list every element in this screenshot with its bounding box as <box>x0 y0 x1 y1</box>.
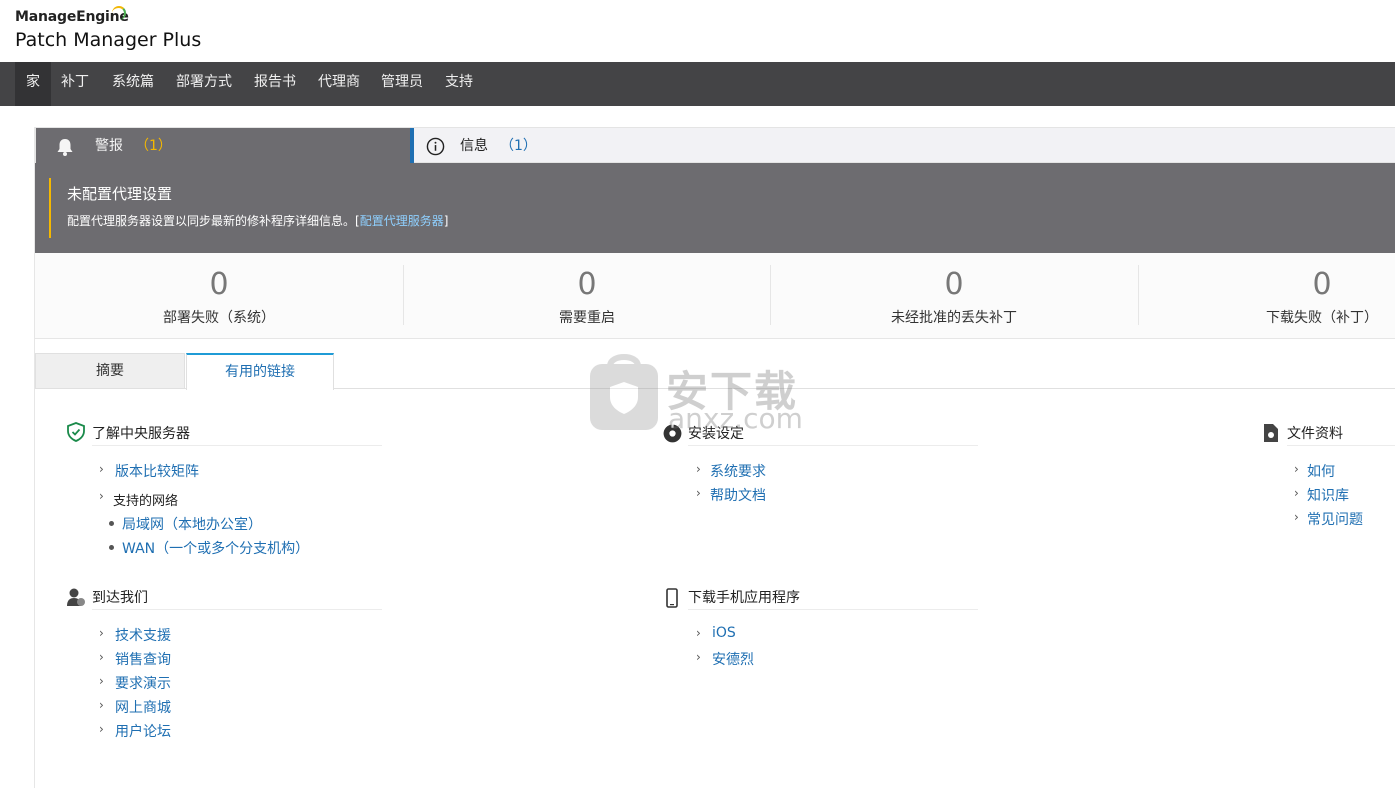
alert-message-text: 配置代理服务器设置以同步最新的修补程序详细信息。[ <box>67 214 360 228</box>
stat-deploy-failed[interactable]: 0 部署失败（系统） <box>35 253 403 339</box>
info-count: （1） <box>500 138 537 154</box>
chevron-right-icon: › <box>99 626 104 640</box>
stat-label: 需要重启 <box>559 310 615 326</box>
bullet-icon <box>109 521 114 526</box>
link-request-demo[interactable]: 要求演示 <box>115 673 171 693</box>
stat-unapproved-missing[interactable]: 0 未经批准的丢失补丁 <box>770 253 1138 339</box>
nav-home[interactable]: 家 <box>15 62 51 106</box>
stat-label: 部署失败（系统） <box>163 310 275 326</box>
link-faq[interactable]: 常见问题 <box>1307 509 1363 529</box>
nav-admin[interactable]: 管理员 <box>381 62 423 106</box>
stat-download-failed[interactable]: 0 下载失败（补丁） <box>1138 253 1395 339</box>
stat-value: 0 <box>577 267 597 302</box>
link-knowledge-base[interactable]: 知识库 <box>1307 485 1349 505</box>
section-title-mobile: 下载手机应用程序 <box>688 590 800 606</box>
nav-systems[interactable]: 系统篇 <box>112 62 154 106</box>
tab-useful-links[interactable]: 有用的链接 <box>186 353 334 390</box>
nav-support[interactable]: 支持 <box>445 62 473 106</box>
watermark-en: anxz.com <box>668 402 803 435</box>
link-help-docs[interactable]: 帮助文档 <box>710 485 766 505</box>
shield-icon <box>67 422 85 442</box>
tab-summary[interactable]: 摘要 <box>35 353 185 389</box>
main-content: 警报 （1） 信息 （1） 未配置代理设置 配置代理服务器设置以同步最新的修补程… <box>34 127 1395 788</box>
supported-networks-label: 支持的网络 <box>113 494 179 509</box>
alert-close-bracket: ] <box>443 214 449 228</box>
main-nav: 家 补丁 系统篇 部署方式 报告书 代理商 管理员 支持 <box>0 62 1395 106</box>
chevron-right-icon: › <box>99 698 104 712</box>
alarm-count: （1） <box>135 138 172 154</box>
brand-main: Patch Manager Plus <box>15 29 202 51</box>
app-header: ManageEngine Patch Manager Plus <box>0 0 1395 62</box>
link-user-forum[interactable]: 用户论坛 <box>115 721 171 741</box>
shield-lock-icon <box>590 354 658 430</box>
chevron-right-icon: › <box>696 462 701 476</box>
chevron-right-icon: › <box>1294 486 1299 500</box>
brand-arc-icon <box>112 6 126 20</box>
chevron-right-icon: › <box>99 650 104 664</box>
stats-row: 0 部署失败（系统） 0 需要重启 0 未经批准的丢失补丁 0 下载失败（补丁） <box>35 253 1395 339</box>
chevron-right-icon: › <box>696 486 701 500</box>
link-ios[interactable]: iOS <box>712 625 736 641</box>
chevron-right-icon: › <box>696 650 701 664</box>
link-wan[interactable]: WAN（一个或多个分支机构） <box>122 538 309 558</box>
link-android[interactable]: 安德烈 <box>712 649 754 669</box>
link-how-to[interactable]: 如何 <box>1307 461 1335 481</box>
support-agent-icon <box>67 588 85 606</box>
chevron-right-icon: › <box>99 722 104 736</box>
stat-reboot-required[interactable]: 0 需要重启 <box>403 253 771 339</box>
bullet-icon <box>109 545 114 550</box>
nav-patches[interactable]: 补丁 <box>61 62 89 106</box>
link-version-matrix[interactable]: 版本比较矩阵 <box>115 461 199 481</box>
nav-reports[interactable]: 报告书 <box>254 62 296 106</box>
link-online-store[interactable]: 网上商城 <box>115 697 171 717</box>
chevron-right-icon: › <box>1294 510 1299 524</box>
watermark: 安下载 anxz.com <box>588 350 808 436</box>
chevron-right-icon: › <box>99 489 104 503</box>
link-sales-inquiry[interactable]: 销售查询 <box>115 649 171 669</box>
tab-alarms[interactable]: 警报 （1） <box>36 128 410 164</box>
alert-title: 未配置代理设置 <box>67 185 173 203</box>
document-icon <box>1264 424 1278 442</box>
section-underline <box>92 609 382 610</box>
alert-message: 配置代理服务器设置以同步最新的修补程序详细信息。[配置代理服务器] <box>67 212 448 229</box>
configure-proxy-link[interactable]: 配置代理服务器 <box>360 214 444 228</box>
chevron-right-icon: › <box>1294 462 1299 476</box>
alert-tabs: 警报 （1） 信息 （1） <box>35 127 1395 164</box>
link-tech-support[interactable]: 技术支援 <box>115 625 171 645</box>
nav-deployment[interactable]: 部署方式 <box>176 62 232 106</box>
stat-value: 0 <box>944 267 964 302</box>
chevron-right-icon: › <box>696 626 701 640</box>
section-underline <box>92 445 382 446</box>
section-underline <box>688 445 978 446</box>
stat-value: 0 <box>1312 267 1332 302</box>
section-underline <box>1287 445 1395 446</box>
link-lan[interactable]: 局域网（本地办公室） <box>122 514 262 534</box>
alert-panel: 未配置代理设置 配置代理服务器设置以同步最新的修补程序详细信息。[配置代理服务器… <box>35 163 1395 253</box>
section-title-learn: 了解中央服务器 <box>92 426 190 442</box>
section-title-docs: 文件资料 <box>1287 426 1343 442</box>
info-label: 信息 <box>460 138 488 154</box>
section-title-reach: 到达我们 <box>92 590 148 606</box>
stat-label: 下载失败（补丁） <box>1266 310 1378 326</box>
info-icon <box>426 137 445 156</box>
stat-label: 未经批准的丢失补丁 <box>891 310 1017 326</box>
section-underline <box>688 609 978 610</box>
nav-agents[interactable]: 代理商 <box>318 62 360 106</box>
link-system-requirements[interactable]: 系统要求 <box>710 461 766 481</box>
mobile-phone-icon <box>666 588 678 608</box>
bell-icon <box>57 139 73 156</box>
alarm-label: 警报 <box>95 138 123 154</box>
tab-info[interactable]: 信息 （1） <box>410 128 1395 164</box>
chevron-right-icon: › <box>99 462 104 476</box>
alert-accent-bar <box>49 178 51 238</box>
chevron-right-icon: › <box>99 674 104 688</box>
stat-value: 0 <box>209 267 229 302</box>
